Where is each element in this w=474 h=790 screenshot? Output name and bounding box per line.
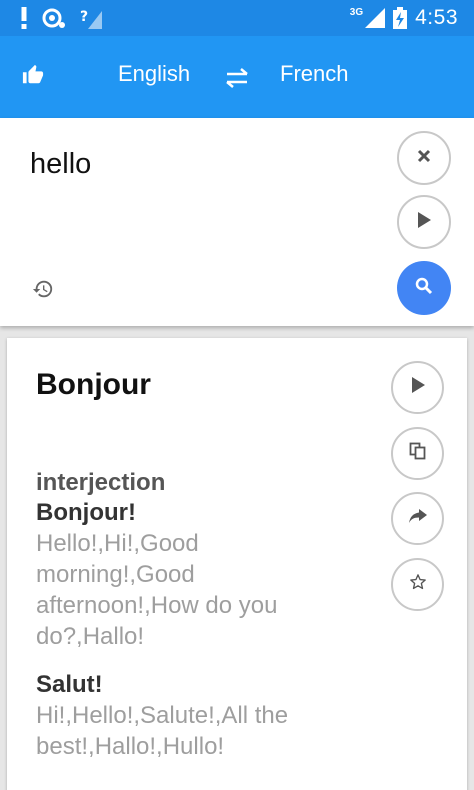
source-language[interactable]: English (118, 61, 190, 87)
search-button[interactable] (397, 261, 451, 315)
speak-input-button[interactable] (397, 195, 451, 249)
definition-entry: Salut! Hi!,Hello!,Salute!,All the best!,… (36, 670, 336, 762)
close-icon (417, 149, 431, 168)
share-icon (408, 509, 427, 528)
input-card: hello (0, 118, 474, 326)
clock: 4:53 (415, 6, 458, 29)
entry-meaning: Hello!,Hi!,Good morning!,Good afternoon!… (36, 530, 278, 650)
thumbs-up-icon[interactable] (22, 64, 50, 92)
play-icon (417, 211, 431, 233)
definition-entry: Bonjour! Hello!,Hi!,Good morning!,Good a… (36, 498, 336, 652)
copy-button[interactable] (391, 427, 444, 480)
status-bar: ? 3G 4:53 (0, 0, 474, 36)
result-card: Bonjour interjection Bonjour! Hello!,Hi!… (7, 338, 467, 790)
svg-text:?: ? (80, 9, 88, 25)
clear-button[interactable] (397, 131, 451, 185)
speak-translation-button[interactable] (391, 361, 444, 414)
entry-meaning: Hi!,Hello!,Salute!,All the best!,Hallo!,… (36, 702, 289, 760)
definitions-list: interjection Bonjour! Hello!,Hi!,Good mo… (36, 468, 336, 780)
translation-text: Bonjour (36, 368, 151, 401)
network-type: 3G (349, 6, 364, 18)
toolbar: English French (0, 36, 474, 118)
star-icon (409, 573, 427, 596)
entry-word: Salut! (36, 671, 103, 698)
input-text-field[interactable]: hello (30, 148, 91, 181)
search-icon (415, 277, 433, 300)
play-icon (411, 377, 425, 398)
battery-charging-icon (393, 7, 408, 29)
sync-icon (42, 7, 66, 29)
signal-icon (365, 8, 386, 28)
history-icon[interactable] (32, 278, 56, 302)
part-of-speech: interjection (36, 469, 166, 496)
share-button[interactable] (391, 492, 444, 545)
entry-word: Bonjour! (36, 499, 136, 526)
copy-icon (409, 442, 427, 465)
alert-icon (20, 7, 28, 29)
favorite-button[interactable] (391, 558, 444, 611)
target-language[interactable]: French (280, 61, 348, 87)
swap-icon[interactable] (222, 63, 252, 93)
wifi-unknown-icon: ? (80, 7, 104, 29)
